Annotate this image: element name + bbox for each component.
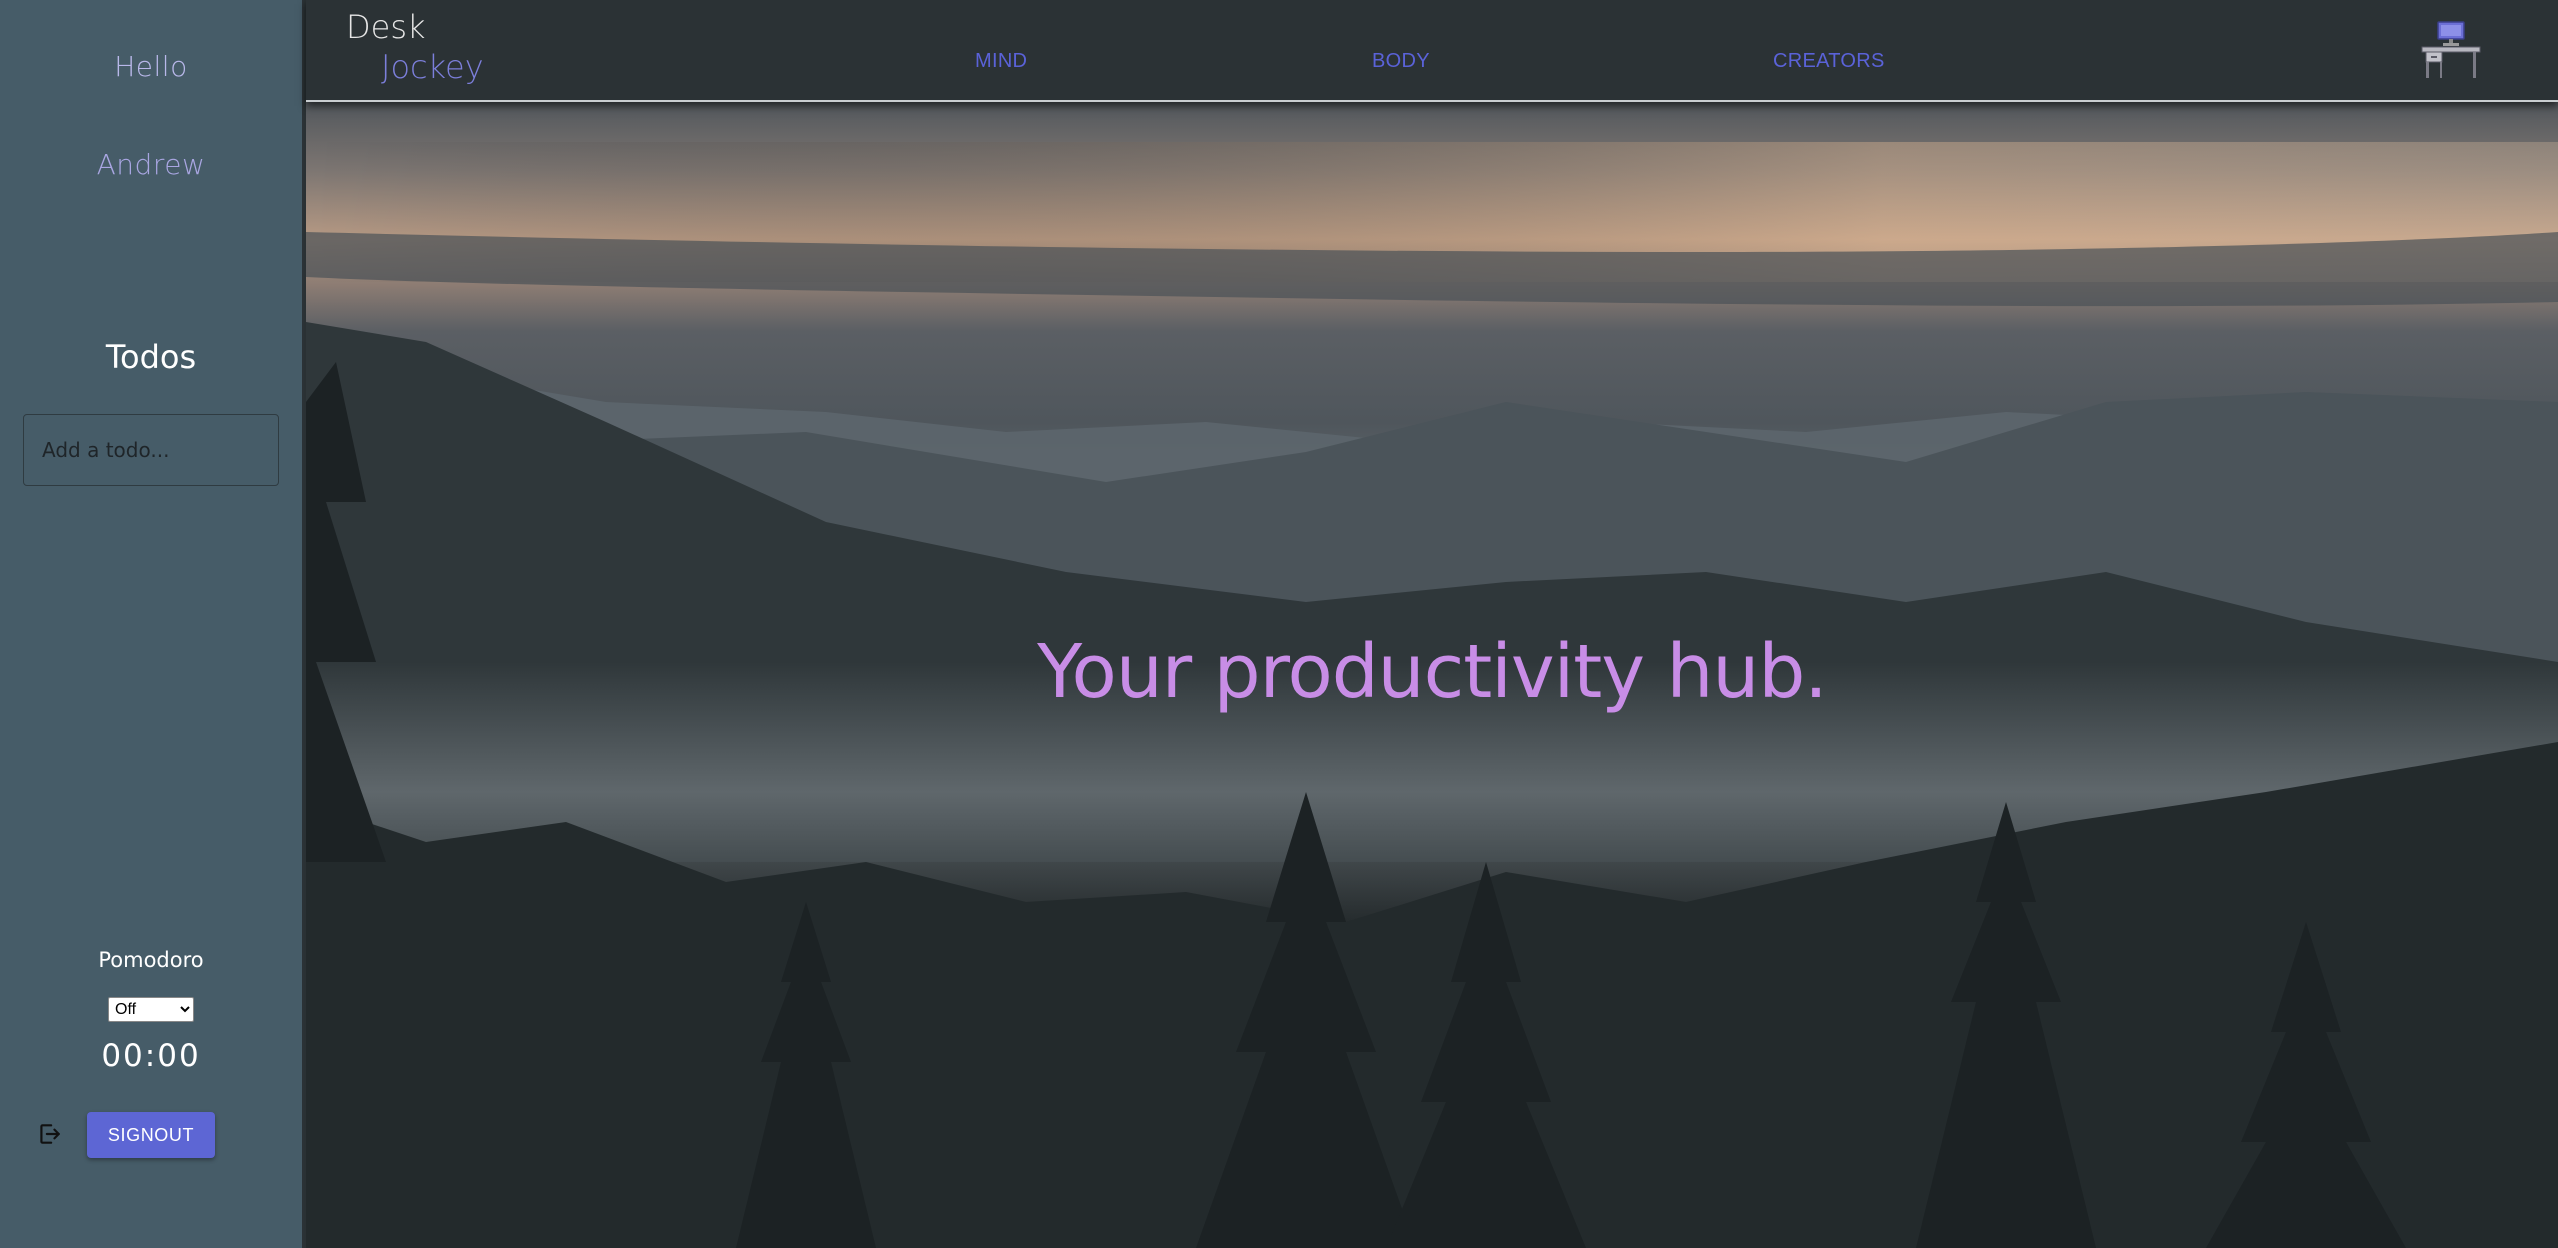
top-nav: Desk Jockey MIND BODY CREATORS [306, 0, 2558, 102]
hero-banner: Your productivity hub. [306, 102, 2558, 1248]
signout-button[interactable]: SIGNOUT [87, 1112, 215, 1158]
pomodoro-select[interactable]: Off [108, 997, 194, 1022]
todos-title: Todos [105, 338, 197, 376]
brand-line-desk[interactable]: Desk [346, 8, 426, 46]
nav-link-creators[interactable]: CREATORS [1773, 50, 1885, 73]
hero-tagline: Your productivity hub. [1037, 629, 1828, 715]
logout-icon[interactable] [36, 1121, 62, 1147]
sidebar: Hello Andrew Todos Pomodoro Off 00:00 SI… [0, 0, 304, 1248]
user-name: Andrew [96, 148, 206, 181]
pomodoro-label: Pomodoro [98, 948, 204, 972]
nav-link-body[interactable]: BODY [1372, 50, 1430, 73]
greeting-text: Hello [114, 50, 188, 83]
brand-line-jockey[interactable]: Jockey [381, 48, 484, 86]
desk-computer-icon[interactable] [2420, 20, 2482, 80]
pomodoro-timer: 00:00 [101, 1038, 201, 1074]
todo-input[interactable] [23, 414, 279, 486]
nav-link-mind[interactable]: MIND [975, 50, 1027, 73]
